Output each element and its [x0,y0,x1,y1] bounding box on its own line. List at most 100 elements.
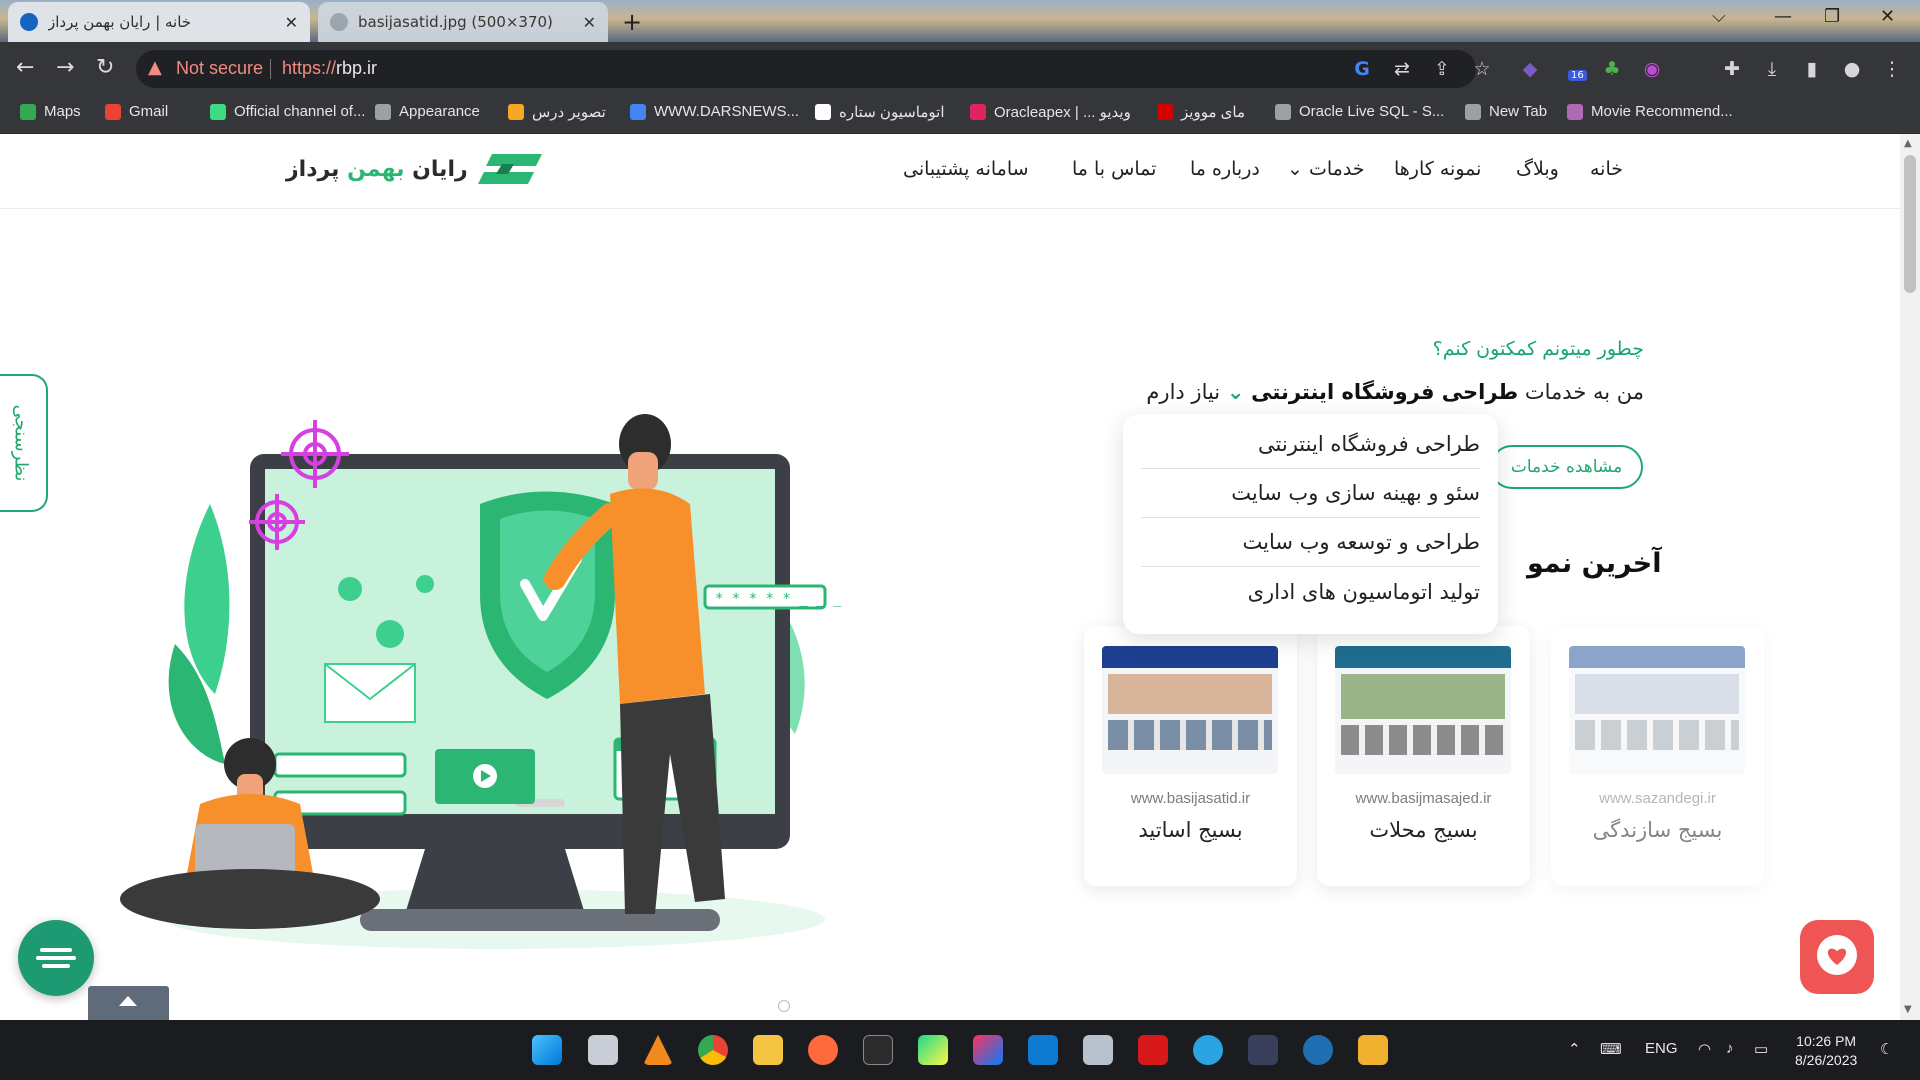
language-indicator[interactable]: ENG [1645,1040,1678,1057]
notification-moon-icon[interactable]: ☾ [1880,1040,1893,1058]
address-url[interactable]: https://rbp.ir [282,58,377,79]
extension-hat-icon[interactable]: ◆ [1518,58,1542,80]
extension-circle-icon[interactable]: ◉ [1640,58,1664,80]
download-icon[interactable]: ⤓ [1760,58,1784,80]
portfolio-name[interactable]: بسیج محلات [1317,818,1530,842]
sidepanel-icon[interactable]: ▮ [1800,58,1824,80]
reload-button[interactable]: ↻ [96,55,114,80]
extension-tree-icon[interactable]: ♣ [1600,58,1624,80]
bookmark-item[interactable]: Oracleapex | ... ویدیو [970,103,1131,121]
tray-chevron-icon[interactable]: ⌃ [1568,1040,1581,1058]
translate-icon[interactable]: ⇄ [1390,58,1414,80]
forward-button[interactable]: → [56,55,74,80]
nav-home[interactable]: خانه [1590,158,1623,180]
bookmark-item[interactable]: New Tab [1465,103,1547,120]
bookmark-item[interactable]: Official channel of... [210,103,365,120]
dropdown-option[interactable]: طراحی فروشگاه اینترنتی [1141,420,1480,469]
start-icon[interactable] [532,1035,562,1065]
tab-image[interactable]: basijasatid.jpg (500×370) ✕ [318,2,608,42]
vpn-icon[interactable] [1248,1035,1278,1065]
scroll-up-arrow-icon[interactable]: ▲ [1904,138,1912,149]
portfolio-card[interactable]: www.basijmasajed.ir بسیج محلات [1317,626,1530,886]
bookmark-item[interactable]: Gmail [105,103,168,120]
scrollbar-thumb[interactable] [1904,155,1916,293]
postman-icon[interactable] [808,1035,838,1065]
extensions-puzzle-icon[interactable]: ✚ [1720,58,1744,80]
portfolio-url[interactable]: www.basijmasajed.ir [1317,790,1530,807]
profile-icon[interactable]: ● [1840,58,1864,80]
bookmark-item[interactable]: Maps [20,103,81,120]
tab-home[interactable]: خانه | رایان بهمن پرداز ✕ [8,2,310,42]
battery-icon[interactable]: ▭ [1754,1040,1768,1058]
chat-button[interactable] [1800,920,1874,994]
chrome-icon[interactable] [698,1035,728,1065]
new-tab-button[interactable]: + [622,8,642,36]
minimize-button[interactable]: — [1774,6,1792,27]
app-yellow-icon[interactable] [1358,1035,1388,1065]
app-check-icon[interactable] [1303,1035,1333,1065]
task-view-icon[interactable] [588,1035,618,1065]
scroll-down-arrow-icon[interactable]: ▼ [1904,1004,1912,1015]
nav-services[interactable]: ⌄ خدمات [1287,158,1365,180]
wifi-icon[interactable]: ◠ [1698,1040,1711,1058]
nav-portfolio[interactable]: نمونه کارها [1394,158,1481,180]
site-logo[interactable]: رایان بهمن پرداز [286,154,542,184]
star-icon[interactable]: ☆ [1470,58,1494,80]
scroll-to-top-button[interactable] [88,986,169,1020]
google-icon[interactable]: G [1350,58,1374,80]
site-header: رایان بهمن پرداز خانه وبلاگ نمونه کارها … [0,134,1900,209]
survey-tab[interactable]: نظرسنجی [0,374,48,512]
carousel-indicator[interactable] [778,1000,790,1012]
portfolio-name[interactable]: بسیج اساتید [1084,818,1297,842]
dropdown-option[interactable]: سئو و بهینه سازی وب سایت [1141,469,1480,518]
close-tab-icon[interactable]: ✕ [583,13,596,32]
clock-time: 10:26 PM [1796,1033,1857,1049]
portfolio-card[interactable]: www.basijasatid.ir بسیج اساتید [1084,626,1297,886]
bookmark-favicon-icon [970,104,986,120]
portfolio-card[interactable]: www.sazandegi.ir بسیج سازندگی [1551,626,1764,886]
nav-support[interactable]: سامانه پشتیبانی [903,158,1029,180]
nav-blog[interactable]: وبلاگ [1516,158,1559,180]
chevron-down-icon[interactable]: ⌄ [1227,380,1245,404]
app-red-icon[interactable] [1138,1035,1168,1065]
keyboard-icon[interactable]: ⌨ [1600,1040,1622,1058]
nav-contact[interactable]: تماس با ما [1072,158,1156,180]
restore-button[interactable]: ❐ [1824,6,1840,27]
portfolio-url[interactable]: www.sazandegi.ir [1551,790,1764,807]
bookmark-item[interactable]: Oracle Live SQL - S... [1275,103,1444,120]
view-services-button[interactable]: مشاهده خدمات [1490,445,1643,489]
service-select[interactable]: طراحی فروشگاه اینترنتی [1251,380,1518,404]
intellij-icon[interactable] [973,1035,1003,1065]
terminal-icon[interactable] [863,1035,893,1065]
password-mask: * * * * * _ _ _ [715,591,842,607]
telegram-icon[interactable] [1193,1035,1223,1065]
bookmark-item[interactable]: Movie Recommend... [1567,103,1733,120]
volume-icon[interactable]: ♪ [1726,1040,1734,1057]
database-icon[interactable] [1083,1035,1113,1065]
clock[interactable]: 10:26 PM 8/26/2023 [1795,1032,1857,1070]
portfolio-name[interactable]: بسیج سازندگی [1551,818,1764,842]
bookmark-item[interactable]: مای موویز [1157,103,1245,121]
share-icon[interactable]: ⇪ [1430,58,1454,80]
nav-about[interactable]: درباره ما [1190,158,1260,180]
tab-search-icon[interactable]: ⌵ [1712,6,1726,27]
bookmark-item[interactable]: WWW.DARSNEWS... [630,103,799,120]
file-explorer-icon[interactable] [753,1035,783,1065]
dropdown-option[interactable]: تولید اتوماسیون های اداری [1141,567,1480,616]
floating-menu-button[interactable] [18,920,94,996]
pycharm-icon[interactable] [918,1035,948,1065]
vscode-icon[interactable] [1028,1035,1058,1065]
warning-icon[interactable]: ▲ [148,57,162,78]
portfolio-url[interactable]: www.basijasatid.ir [1084,790,1297,807]
not-secure-label[interactable]: Not secure [176,58,263,79]
back-button[interactable]: ← [16,55,34,80]
bookmark-item[interactable]: Appearance [375,103,480,120]
close-window-button[interactable]: ✕ [1880,6,1895,27]
bookmark-favicon-icon [20,103,36,120]
dropdown-option[interactable]: طراحی و توسعه وب سایت [1141,518,1480,567]
bookmark-item[interactable]: تصویر درس [508,103,606,121]
bookmark-item[interactable]: اتوماسیون ستاره [815,103,945,121]
bookmark-favicon-icon [815,104,831,120]
menu-icon[interactable]: ⋮ [1880,58,1904,80]
close-tab-icon[interactable]: ✕ [285,13,298,32]
